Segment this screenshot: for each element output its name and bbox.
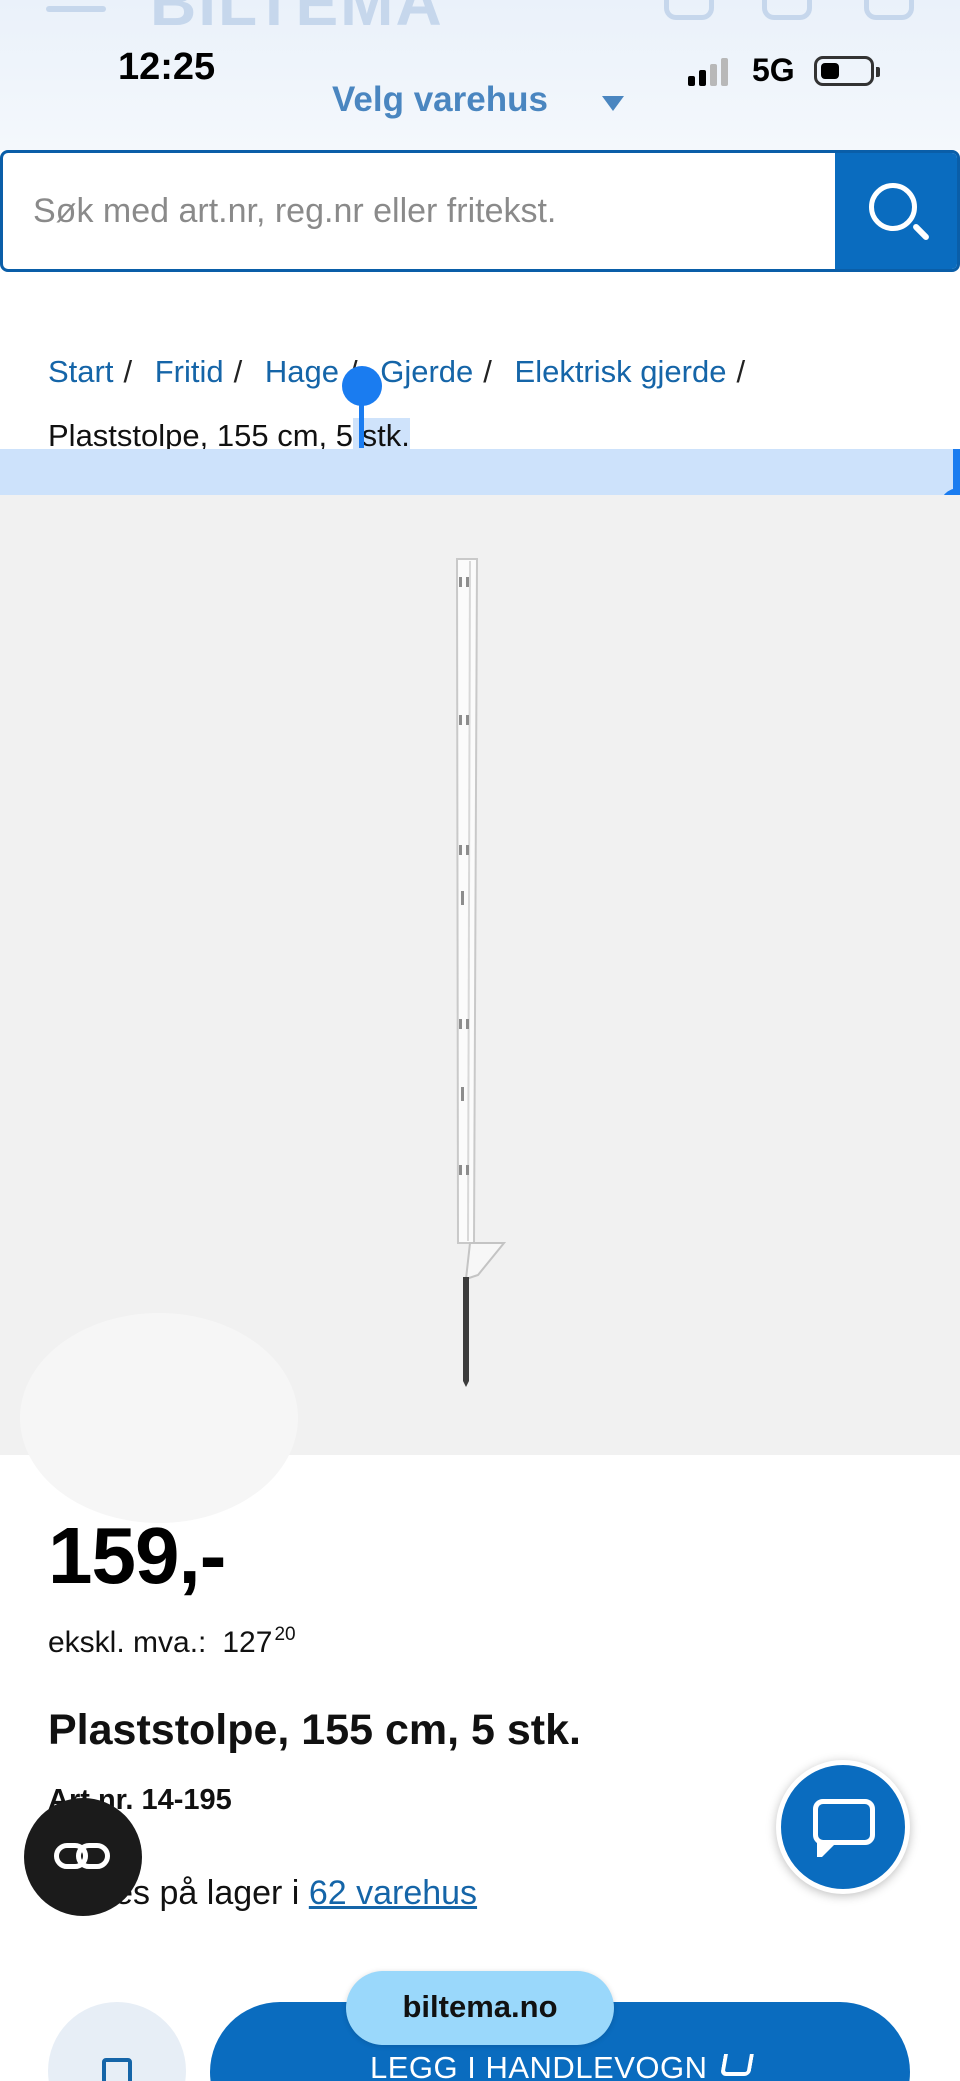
- cart-icon[interactable]: [864, 0, 914, 20]
- add-to-cart-label: LEGG I HANDLEVOGN: [370, 2050, 708, 2081]
- breadcrumb-start[interactable]: Start: [48, 354, 113, 389]
- user-icon[interactable]: [664, 0, 714, 20]
- price-ex-vat: ekskl. mva.: 127 20: [48, 1624, 296, 1659]
- status-time: 12:25: [118, 46, 216, 88]
- url-text: biltema.no: [402, 1989, 558, 2024]
- image-overlay-shadow: [20, 1313, 298, 1523]
- breadcrumb-current: Plaststolpe, 155 cm, 5 stk.: [48, 418, 410, 453]
- breadcrumb-gjerde[interactable]: Gjerde: [380, 354, 473, 389]
- search-input[interactable]: [33, 153, 813, 269]
- chat-button[interactable]: [776, 1760, 910, 1894]
- caret-down-icon[interactable]: [602, 96, 624, 111]
- search-icon: [869, 183, 917, 231]
- edit-icon: [102, 2058, 132, 2081]
- signal-icon: [688, 56, 728, 86]
- network-type: 5G: [752, 52, 795, 88]
- cart-icon: [720, 2054, 754, 2076]
- breadcrumb-elektrisk-gjerde[interactable]: Elektrisk gjerde: [515, 354, 727, 389]
- product-price: 159,-: [48, 1511, 226, 1600]
- store-select[interactable]: Velg varehus: [332, 80, 548, 120]
- product-page: BILTEMA 12:25 5G Velg varehus Start/ Fri…: [0, 0, 960, 2081]
- product-image[interactable]: [0, 495, 960, 1455]
- selection-handle-start[interactable]: [342, 366, 382, 406]
- search-bar: [0, 150, 960, 272]
- stock-stores-link[interactable]: 62 varehus: [309, 1874, 477, 1912]
- logo[interactable]: BILTEMA: [150, 0, 444, 40]
- edit-button[interactable]: [48, 2002, 186, 2081]
- chat-icon: [813, 1799, 875, 1845]
- browser-url-bar[interactable]: biltema.no: [346, 1971, 614, 2045]
- breadcrumb-hage[interactable]: Hage: [265, 354, 339, 389]
- hamburger-icon[interactable]: [46, 6, 106, 12]
- fence-post-icon: [455, 558, 507, 1387]
- cobrowse-button[interactable]: [24, 1798, 142, 1916]
- text-selection-band: [0, 449, 960, 495]
- breadcrumb-fritid[interactable]: Fritid: [155, 354, 224, 389]
- list-icon[interactable]: [762, 0, 812, 20]
- header: BILTEMA 12:25 5G Velg varehus: [0, 0, 960, 150]
- product-title: Plaststolpe, 155 cm, 5 stk.: [48, 1706, 581, 1754]
- search-button[interactable]: [835, 153, 957, 269]
- battery-icon: [814, 56, 880, 86]
